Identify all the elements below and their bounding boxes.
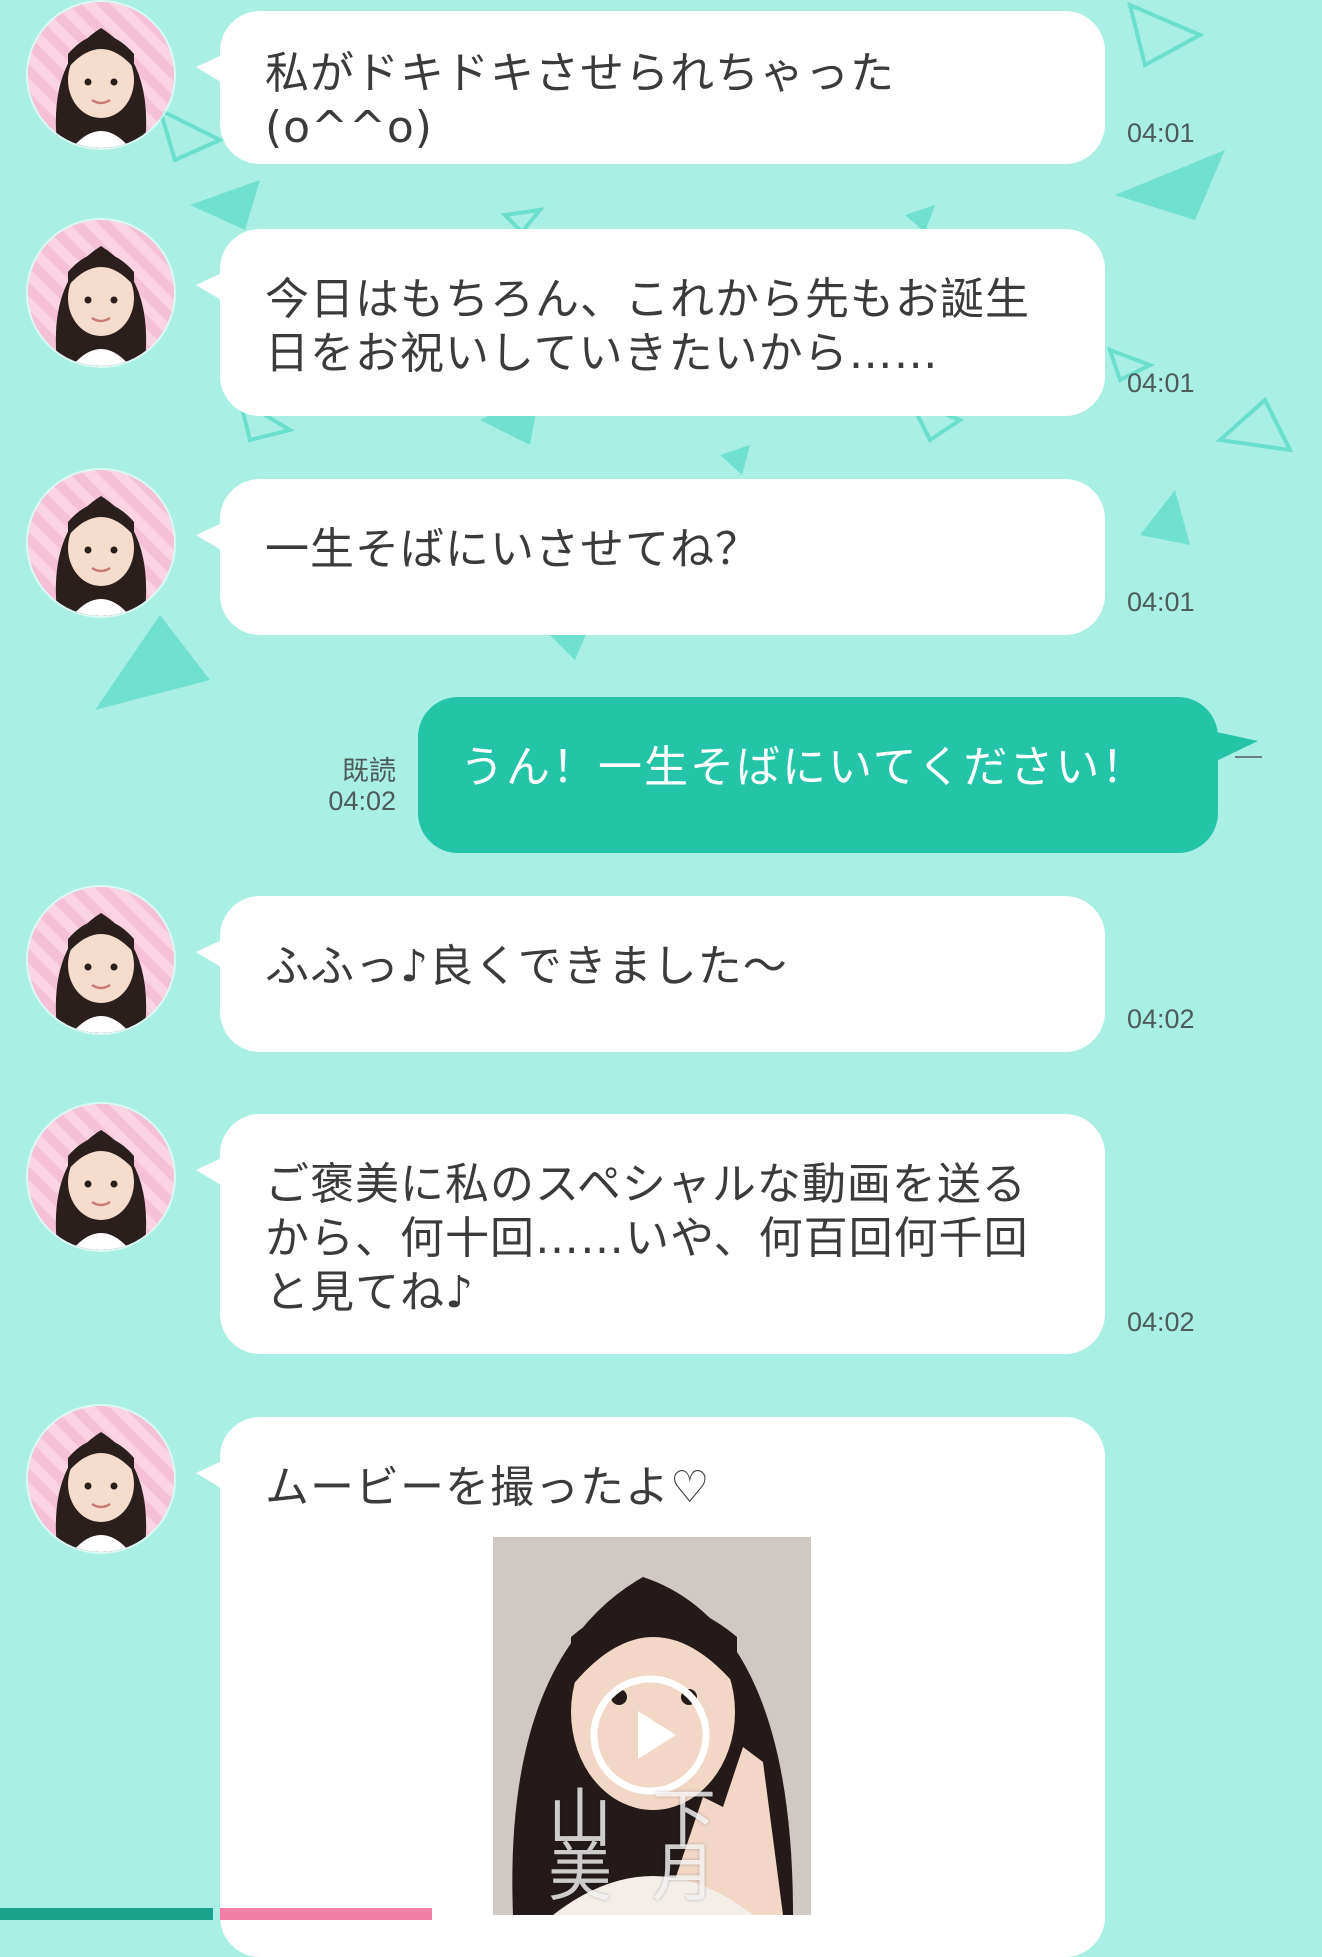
sender-avatar[interactable] <box>28 1104 174 1250</box>
sender-avatar[interactable] <box>28 470 174 616</box>
avatar-image <box>55 496 147 616</box>
message-text: 一生そばにいさせてね？ <box>265 524 760 575</box>
message-text: うん！一生そばにいてください！ <box>460 742 1148 793</box>
sent-message-bubble[interactable]: うん！一生そばにいてください！ <box>418 697 1258 853</box>
message-text-line: と見てね♪ <box>265 1267 475 1318</box>
avatar-image <box>55 1432 147 1552</box>
video-caption: 山下 美月 <box>548 1783 756 1911</box>
message-text-line: ご褒美に私のスペシャルな動画を送る <box>265 1159 1027 1210</box>
play-icon[interactable] <box>588 1673 712 1797</box>
message-text-line: 日をお祝いしていきたいから…… <box>265 328 939 379</box>
sender-avatar[interactable] <box>28 887 174 1033</box>
read-receipt: 既読 04:02 <box>320 756 396 816</box>
avatar-image <box>55 913 147 1033</box>
message-bubble[interactable]: 今日はもちろん、これから先もお誕生 日をお祝いしていきたいから…… <box>196 229 1105 416</box>
bottom-tab-right[interactable] <box>220 1908 432 1920</box>
message-text-line: から、何十回……いや、何百回何千回 <box>265 1213 1029 1264</box>
message-timestamp: 04:02 <box>1127 1004 1195 1034</box>
message-timestamp: 04:01 <box>1127 118 1195 148</box>
sender-avatar[interactable] <box>28 1406 174 1552</box>
sender-avatar[interactable] <box>28 220 174 366</box>
message-text: ふふっ♪良くできました～ <box>265 941 788 992</box>
bottom-tab-left[interactable] <box>0 1908 213 1920</box>
video-thumbnail[interactable]: 山下 美月 <box>493 1537 811 1915</box>
message-text-line: 今日はもちろん、これから先もお誕生 <box>265 274 1030 325</box>
sender-avatar[interactable] <box>28 2 174 148</box>
message-text: ムービーを撮ったよ♡ <box>265 1462 711 1513</box>
message-bubble[interactable]: 一生そばにいさせてね？ <box>196 479 1105 635</box>
message-bubble[interactable]: ふふっ♪良くできました～ <box>196 896 1105 1052</box>
message-bubble[interactable]: 私がドキドキさせられちゃった(o^^o) <box>196 11 1105 164</box>
avatar-image <box>55 246 147 366</box>
message-timestamp: 04:01 <box>1127 587 1195 617</box>
message-bubble[interactable]: ご褒美に私のスペシャルな動画を送る から、何十回……いや、何百回何千回 と見てね… <box>196 1114 1105 1354</box>
read-label: 既読 <box>342 756 396 786</box>
message-text: 私がドキドキさせられちゃった(o^^o) <box>265 48 895 153</box>
message-timestamp: 04:01 <box>1127 368 1195 398</box>
message-timestamp: 04:02 <box>1127 1307 1195 1337</box>
avatar-image <box>55 28 147 148</box>
message-timestamp: 04:02 <box>328 786 396 816</box>
avatar-image <box>55 1130 147 1250</box>
message-bubble[interactable]: ムービーを撮ったよ♡ 山下 美月 <box>196 1417 1105 1957</box>
